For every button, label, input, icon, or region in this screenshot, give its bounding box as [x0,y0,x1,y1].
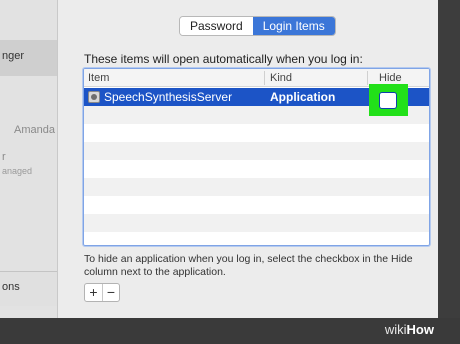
column-separator [264,71,265,85]
sidebar-user-subtitle: anaged [2,166,33,176]
sidebar-user-name: Amanda [14,124,55,136]
column-separator [367,71,368,85]
sidebar-item-selected[interactable]: nger [0,40,57,76]
empty-row [84,178,429,196]
remove-item-button[interactable]: − [102,284,119,301]
empty-row [84,232,429,245]
add-remove-buttons: + − [84,283,120,302]
application-icon [88,91,100,103]
empty-row [84,142,429,160]
empty-row [84,160,429,178]
row-item-name: SpeechSynthesisServer [104,90,233,104]
empty-row [84,196,429,214]
intro-text: These items will open automatically when… [84,52,363,66]
sidebar-item-label: nger [2,50,25,62]
add-item-button[interactable]: + [85,284,102,301]
sidebar-user-role: r [2,151,6,163]
sidebar-login-options[interactable]: ons [0,272,57,306]
empty-row [84,124,429,142]
column-header-kind[interactable]: Kind [270,72,292,84]
watermark-prefix: wiki [384,322,407,337]
column-header-hide[interactable]: Hide [379,72,402,84]
tab-login-items[interactable]: Login Items [252,17,335,35]
tab-control: Password Login Items [179,16,336,36]
hide-checkbox[interactable] [379,92,397,109]
watermark-suffix: How [406,322,434,337]
help-text: To hide an application when you log in, … [84,253,413,278]
tab-password[interactable]: Password [180,17,253,35]
column-header-item[interactable]: Item [88,72,109,84]
row-kind: Application [270,90,336,104]
sidebar-login-options-label: ons [2,281,20,293]
sidebar: nger Amanda r anaged ons [0,0,58,344]
empty-row [84,214,429,232]
background-strip [438,0,460,344]
watermark-logo: wikiHow [385,322,434,337]
